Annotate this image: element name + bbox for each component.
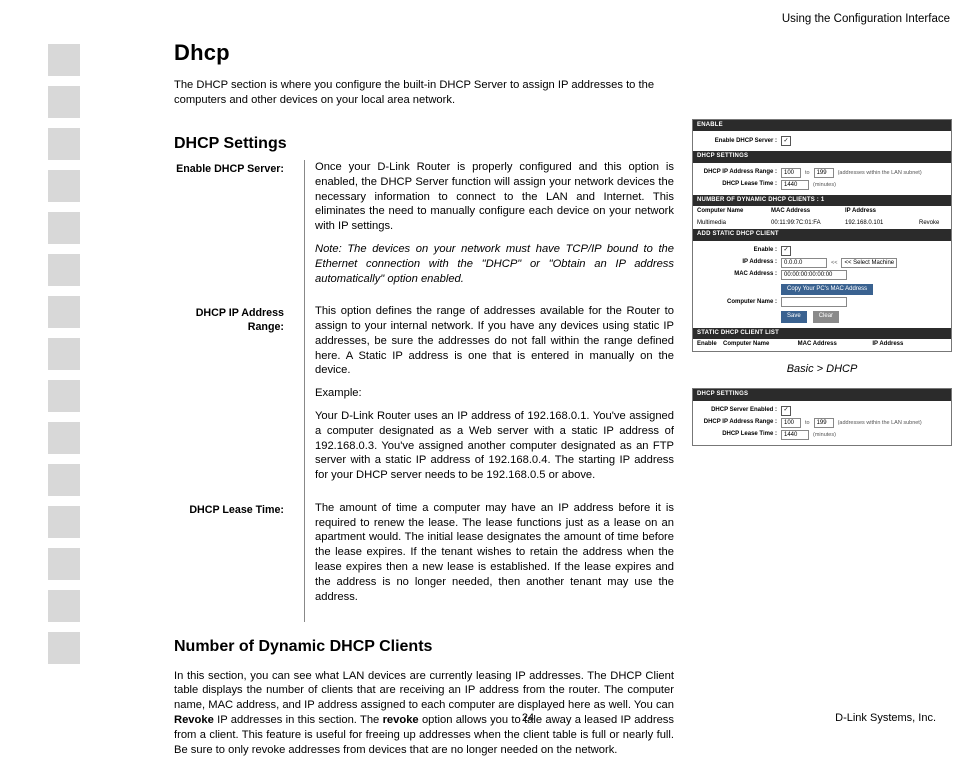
- field-hint: (minutes): [813, 182, 836, 189]
- page-title: Dhcp: [174, 38, 952, 67]
- checkbox-icon: ✓: [781, 136, 791, 146]
- setting-text: The amount of time a computer may have a…: [315, 501, 674, 604]
- gutter-square: [48, 632, 80, 664]
- input-mac: 00:00:00:00:00:00: [781, 270, 847, 280]
- gutter-square: [48, 548, 80, 580]
- field-label: Enable DHCP Server :: [699, 138, 777, 146]
- field-label: IP Address :: [699, 259, 777, 267]
- save-button: Save: [781, 311, 807, 323]
- gutter-square: [48, 254, 80, 286]
- copy-mac-button: Copy Your PC's MAC Address: [781, 284, 873, 296]
- col-mac: MAC Address: [798, 341, 873, 349]
- cell-ip: 192.168.0.101: [845, 220, 919, 228]
- field-label: Computer Name :: [699, 299, 777, 307]
- cell-name: Multimedia: [697, 220, 771, 228]
- setting-body-lease: The amount of time a computer may have a…: [304, 501, 674, 622]
- table-row: Multimedia 00:11:99:7C:01:FA 192.168.0.1…: [693, 218, 951, 230]
- input-range-to: 199: [814, 168, 834, 178]
- field-label: Enable :: [699, 247, 777, 255]
- setting-label-range: DHCP IP Address Range:: [174, 304, 294, 501]
- decorative-gutter: [0, 0, 168, 738]
- gutter-square: [48, 296, 80, 328]
- gutter-square: [48, 128, 80, 160]
- col-name: Computer Name: [723, 341, 798, 349]
- field-label: DHCP Lease Time :: [699, 181, 777, 189]
- gutter-square: [48, 44, 80, 76]
- setting-body-range: This option defines the range of address…: [304, 304, 674, 501]
- input-computer-name: [781, 297, 847, 307]
- panel-bar: DHCP SETTINGS: [693, 389, 951, 401]
- gutter-square: [48, 380, 80, 412]
- gutter-square: [48, 86, 80, 118]
- panel-bar: ENABLE: [693, 120, 951, 132]
- field-hint: (addresses within the LAN subnet): [838, 420, 922, 427]
- input-lease: 1440: [781, 430, 809, 440]
- input-ip: 0.0.0.0: [781, 258, 827, 268]
- screenshot-basic-dhcp: ENABLE Enable DHCP Server : ✓ DHCP SETTIN…: [692, 119, 952, 352]
- screenshot-dhcp-settings: DHCP SETTINGS DHCP Server Enabled : ✓ DHC…: [692, 388, 952, 446]
- setting-label-lease: DHCP Lease Time:: [174, 501, 294, 622]
- screenshot-caption: Basic > DHCP: [692, 362, 952, 377]
- setting-text: This option defines the range of address…: [315, 304, 674, 378]
- cell-mac: 00:11:99:7C:01:FA: [771, 220, 845, 228]
- setting-note: Note: The devices on your network must h…: [315, 242, 674, 286]
- intro-text: The DHCP section is where you configure …: [174, 78, 664, 108]
- checkbox-icon: ✓: [781, 246, 791, 256]
- input-lease: 1440: [781, 180, 809, 190]
- page-footer: 24 D-Link Systems, Inc.: [120, 711, 936, 726]
- field-label: DHCP Server Enabled :: [699, 407, 777, 415]
- field-label: DHCP IP Address Range :: [699, 419, 777, 427]
- col-ip: IP Address: [845, 208, 919, 216]
- page-number: 24: [522, 711, 534, 726]
- setting-text: Once your D-Link Router is properly conf…: [315, 160, 674, 234]
- field-label: DHCP IP Address Range :: [699, 169, 777, 177]
- field-hint: (minutes): [813, 432, 836, 439]
- field-hint: (addresses within the LAN subnet): [838, 170, 922, 177]
- footer-company: D-Link Systems, Inc.: [835, 711, 936, 726]
- panel-bar: STATIC DHCP CLIENT LIST: [693, 328, 951, 340]
- gutter-square: [48, 170, 80, 202]
- gutter-square: [48, 506, 80, 538]
- panel-bar: DHCP SETTINGS: [693, 151, 951, 163]
- field-label: MAC Address :: [699, 271, 777, 279]
- table-header: Computer Name MAC Address IP Address: [693, 206, 951, 218]
- setting-label-enable: Enable DHCP Server:: [174, 160, 294, 304]
- checkbox-icon: ✓: [781, 406, 791, 416]
- col-name: Computer Name: [697, 208, 771, 216]
- panel-bar: NUMBER OF DYNAMIC DHCP CLIENTS : 1: [693, 195, 951, 207]
- cell-revoke: Revoke: [919, 220, 947, 228]
- input-range-to: 199: [814, 418, 834, 428]
- select-machine: << Select Machine: [841, 258, 897, 268]
- gutter-square: [48, 422, 80, 454]
- to-label: to: [805, 420, 810, 427]
- dhcp-settings-heading: DHCP Settings: [174, 133, 674, 154]
- col-ip: IP Address: [872, 341, 947, 349]
- header-section-label: Using the Configuration Interface: [782, 12, 950, 27]
- example-label: Example:: [315, 386, 674, 401]
- input-range-from: 100: [781, 418, 801, 428]
- gutter-square: [48, 338, 80, 370]
- gutter-square: [48, 212, 80, 244]
- example-text: Your D-Link Router uses an IP address of…: [315, 409, 674, 483]
- setting-body-enable: Once your D-Link Router is properly conf…: [304, 160, 674, 304]
- field-label: DHCP Lease Time :: [699, 431, 777, 439]
- input-range-from: 100: [781, 168, 801, 178]
- gutter-square: [48, 590, 80, 622]
- clear-button: Clear: [813, 311, 839, 323]
- text-run: In this section, you can see what LAN de…: [174, 670, 674, 712]
- dynamic-clients-heading: Number of Dynamic DHCP Clients: [174, 636, 674, 657]
- panel-bar: ADD STATIC DHCP CLIENT: [693, 229, 951, 241]
- gutter-square: [48, 464, 80, 496]
- col-mac: MAC Address: [771, 208, 845, 216]
- col-enable: Enable: [697, 341, 723, 349]
- table-header: Enable Computer Name MAC Address IP Addr…: [693, 339, 951, 351]
